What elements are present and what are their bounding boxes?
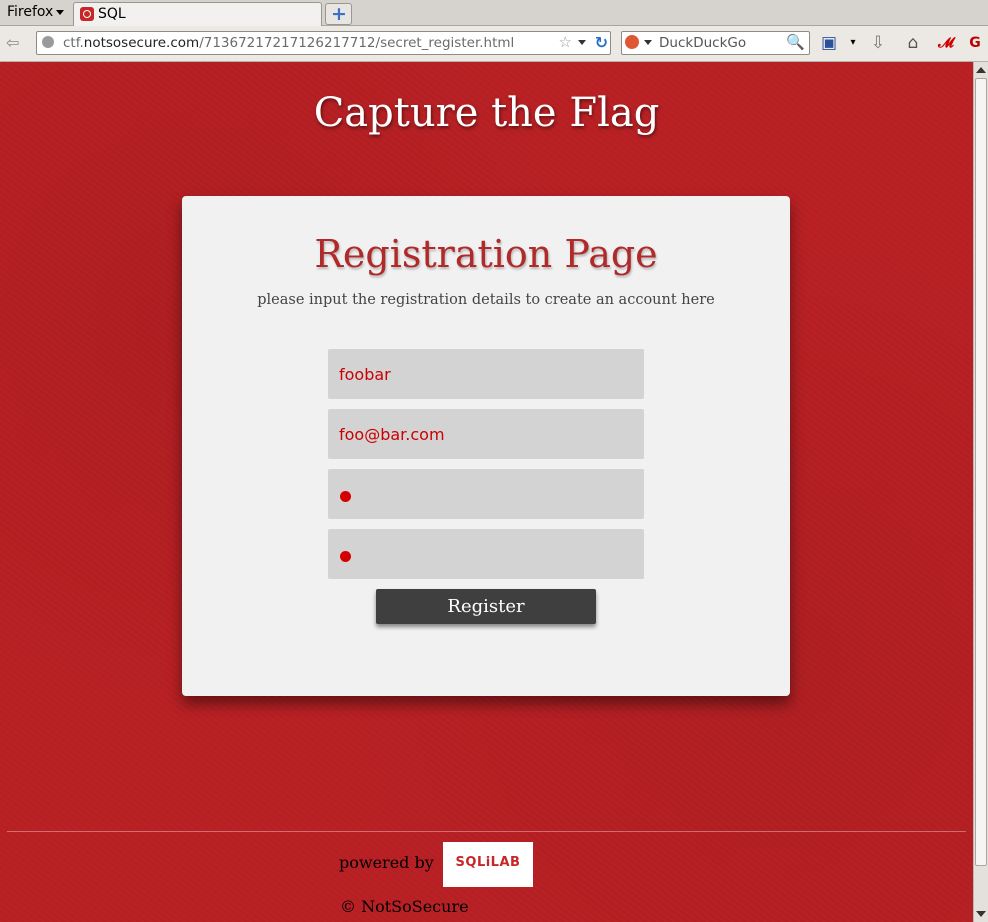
password-field[interactable] [328,469,644,519]
search-icon[interactable]: 🔍 [786,33,805,51]
home-icon[interactable]: ⌂ [902,32,924,54]
chevron-down-icon [56,9,65,15]
bookmarks-menu-icon[interactable]: ▣ [818,32,840,54]
tab-bar: Firefox SQL + [0,0,988,26]
sqlilab-logo-text: SQLiLAB [455,855,521,870]
bookmark-star-icon[interactable]: ☆ [559,33,572,51]
firefox-menu-label: Firefox [7,4,54,20]
engine-dropdown-icon[interactable] [644,40,652,45]
page-viewport: Capture the Flag Registration Page pleas… [0,62,973,922]
site-title: Capture the Flag [313,90,660,136]
vertical-scrollbar[interactable] [973,62,988,922]
sqlilab-logo[interactable]: SQLiLAB [443,842,533,887]
username-field[interactable] [328,349,644,399]
back-button[interactable]: ⇦ [6,33,30,53]
search-placeholder: DuckDuckGo [659,35,747,51]
tab-title: SQL [98,6,126,22]
url-text: ctf.notsosecure.com/71367217217126217712… [63,35,514,51]
bookmarks-dropdown-icon[interactable]: ▾ [842,32,864,54]
reload-icon[interactable]: ↻ [595,33,608,52]
globe-icon [42,36,54,48]
browser-tab[interactable]: SQL [73,2,322,26]
registration-card: Registration Page please input the regis… [182,196,790,696]
page-title: Registration Page [314,232,658,276]
back-arrow-icon: ⇦ [6,33,20,52]
powered-by-label: powered by [339,853,434,872]
history-dropdown-icon[interactable] [578,40,586,45]
navigation-toolbar: ⇦ ctf.notsosecure.com/713672172171262177… [0,26,988,62]
firefox-menu-button[interactable]: Firefox [3,2,68,22]
downloads-icon[interactable]: ⇩ [867,32,889,54]
url-prefix: ctf. [63,35,84,51]
url-domain: notsosecure.com [83,35,200,51]
extension-icon[interactable]: G [964,32,986,54]
confirm-password-field[interactable] [328,529,644,579]
footer-divider [7,831,966,832]
sqli-favicon-icon [80,7,94,21]
password-mask [340,551,351,562]
address-bar[interactable]: ctf.notsosecure.com/71367217217126217712… [36,31,611,55]
scroll-up-icon[interactable] [976,67,986,73]
password-mask [340,491,351,502]
url-path: /71367217217126217712/secret_register.ht… [199,35,515,51]
copyright-text: © NotSoSecure [340,897,469,916]
page-subtitle: please input the registration details to… [257,292,715,308]
search-bar[interactable]: DuckDuckGo 🔍 [621,31,810,55]
new-tab-button[interactable]: + [325,3,352,25]
duckduckgo-icon[interactable] [625,35,639,49]
email-field[interactable] [328,409,644,459]
register-button[interactable]: Register [376,589,596,624]
plus-icon: + [331,3,347,25]
scroll-down-icon[interactable] [976,911,986,917]
scrollbar-thumb[interactable] [975,78,987,866]
greasemonkey-icon[interactable]: 𝓜 [935,32,957,54]
